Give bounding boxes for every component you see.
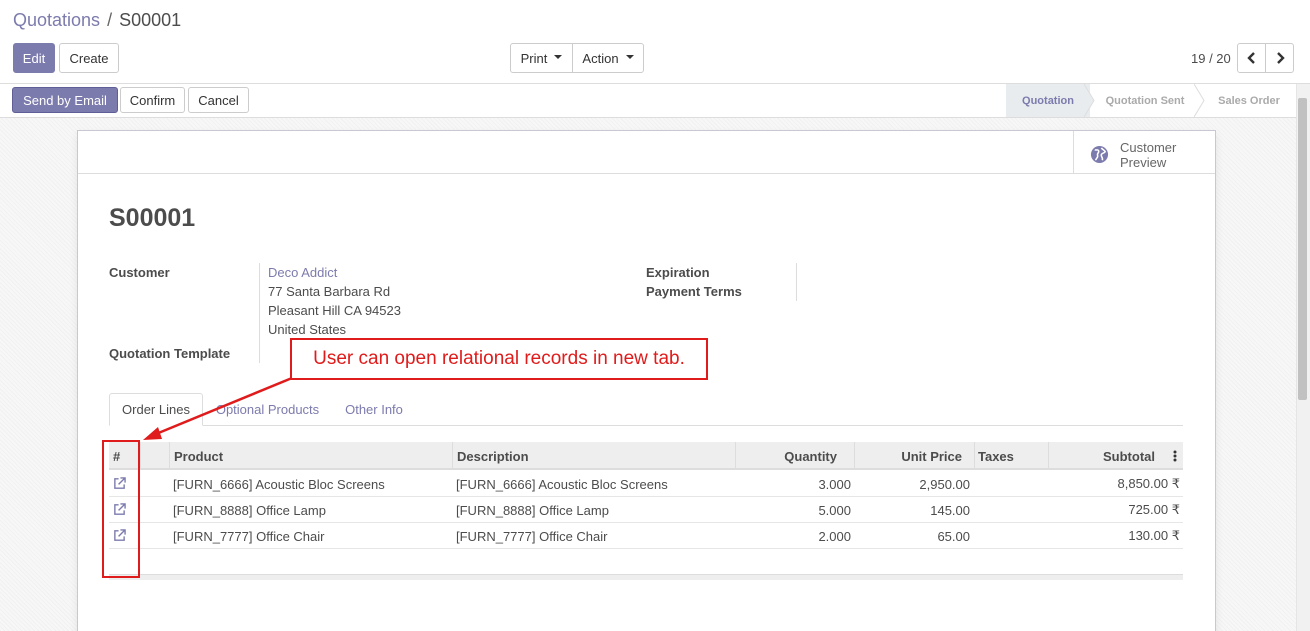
- breadcrumb-quotations-link[interactable]: Quotations: [13, 10, 100, 30]
- cell-subtotal: 8,850.00 ₹: [1117, 476, 1181, 491]
- stage-chevron-icon: [1084, 84, 1095, 117]
- cell-quantity: 2.000: [818, 528, 851, 544]
- action-label: Action: [582, 50, 619, 66]
- optional-columns-toggle[interactable]: [1173, 442, 1183, 470]
- tab-other-info[interactable]: Other Info: [333, 393, 415, 426]
- cell-product: [FURN_7777] Office Chair: [173, 528, 325, 544]
- column-header-taxes[interactable]: Taxes: [974, 442, 1049, 470]
- address-line-2: Pleasant Hill CA 94523: [268, 303, 401, 318]
- send-by-email-button[interactable]: Send by Email: [12, 87, 118, 113]
- stage-quotation[interactable]: Quotation: [1006, 84, 1090, 117]
- cell-quantity: 3.000: [818, 476, 851, 492]
- table-row[interactable]: [FURN_8888] Office Lamp [FURN_8888] Offi…: [109, 497, 1183, 523]
- quotation-template-label: Quotation Template: [109, 346, 231, 361]
- confirm-button[interactable]: Confirm: [120, 87, 185, 113]
- pager-previous-button[interactable]: [1237, 43, 1266, 73]
- caret-down-icon: [625, 55, 634, 59]
- customer-label: Customer: [109, 265, 170, 280]
- cell-description: [FURN_6666] Acoustic Bloc Screens: [456, 476, 668, 492]
- annotation-highlight-box: [102, 440, 140, 578]
- stage-quotation-sent[interactable]: Quotation Sent: [1096, 84, 1194, 117]
- cell-unit-price: 145.00: [930, 502, 970, 518]
- customer-preview-label: Customer Preview: [1120, 140, 1176, 170]
- field-divider: [259, 263, 260, 363]
- cell-subtotal: 130.00 ₹: [1128, 528, 1180, 543]
- table-row[interactable]: [FURN_6666] Acoustic Bloc Screens [FURN_…: [109, 471, 1183, 497]
- expiration-label: Expiration: [646, 265, 710, 280]
- cancel-button[interactable]: Cancel: [188, 87, 249, 113]
- field-divider: [796, 263, 797, 301]
- record-title: S00001: [109, 204, 196, 232]
- cell-product: [FURN_8888] Office Lamp: [173, 502, 326, 518]
- column-header-quantity[interactable]: Quantity: [735, 442, 855, 470]
- table-row[interactable]: [FURN_7777] Office Chair [FURN_7777] Off…: [109, 523, 1183, 549]
- chevron-right-icon: [1276, 52, 1285, 64]
- column-header-subtotal[interactable]: Subtotal: [1048, 442, 1169, 470]
- print-label: Print: [520, 50, 548, 66]
- create-button[interactable]: Create: [59, 43, 119, 73]
- cell-product: [FURN_6666] Acoustic Bloc Screens: [173, 476, 385, 492]
- column-header-unit-price[interactable]: Unit Price: [854, 442, 975, 470]
- cell-unit-price: 65.00: [937, 528, 970, 544]
- form-sheet: Customer Preview: [77, 130, 1216, 631]
- tab-optional-products[interactable]: Optional Products: [207, 393, 328, 426]
- smart-button-box: Customer Preview: [78, 131, 1215, 174]
- pager-next-button[interactable]: [1265, 43, 1294, 73]
- breadcrumb-separator: /: [107, 10, 113, 30]
- cell-unit-price: 2,950.00: [919, 476, 970, 492]
- column-header-description[interactable]: Description: [452, 442, 736, 470]
- address-line-3: United States: [268, 322, 347, 337]
- pager-value[interactable]: 19 / 20: [1191, 51, 1231, 66]
- statusbar: Send by Email Confirm Cancel Quotation Q…: [0, 84, 1310, 118]
- cell-quantity: 5.000: [818, 502, 851, 518]
- caret-down-icon: [554, 55, 563, 59]
- order-lines-table-header: # Product Description Quantity Unit Pric…: [109, 442, 1183, 470]
- globe-icon: [1090, 145, 1109, 164]
- customer-preview-line2: Preview: [1120, 155, 1167, 170]
- print-dropdown[interactable]: Print: [510, 43, 573, 73]
- vertical-ellipsis-icon: [1173, 450, 1177, 462]
- customer-preview-button[interactable]: Customer Preview: [1073, 131, 1216, 174]
- table-footer: [109, 574, 1183, 580]
- column-header-open: [140, 442, 170, 470]
- tab-order-lines[interactable]: Order Lines: [109, 393, 203, 426]
- breadcrumb: Quotations / S00001: [13, 10, 181, 31]
- annotation-callout: User can open relational records in new …: [290, 338, 708, 380]
- action-dropdown[interactable]: Action: [572, 43, 644, 73]
- cell-description: [FURN_7777] Office Chair: [456, 528, 608, 544]
- edit-button[interactable]: Edit: [13, 43, 55, 73]
- cell-description: [FURN_8888] Office Lamp: [456, 502, 609, 518]
- payment-terms-label: Payment Terms: [646, 284, 742, 299]
- stage-chevron-icon: [1194, 84, 1205, 117]
- customer-preview-line1: Customer: [1120, 140, 1177, 155]
- breadcrumb-current: S00001: [119, 10, 182, 30]
- cell-subtotal: 725.00 ₹: [1128, 502, 1180, 517]
- column-header-product[interactable]: Product: [169, 442, 453, 470]
- customer-link[interactable]: Deco Addict: [268, 265, 337, 280]
- address-line-1: 77 Santa Barbara Rd: [268, 284, 391, 299]
- scrollbar-thumb[interactable]: [1298, 98, 1307, 400]
- stage-sales-order[interactable]: Sales Order: [1206, 84, 1292, 117]
- chevron-left-icon: [1246, 52, 1255, 64]
